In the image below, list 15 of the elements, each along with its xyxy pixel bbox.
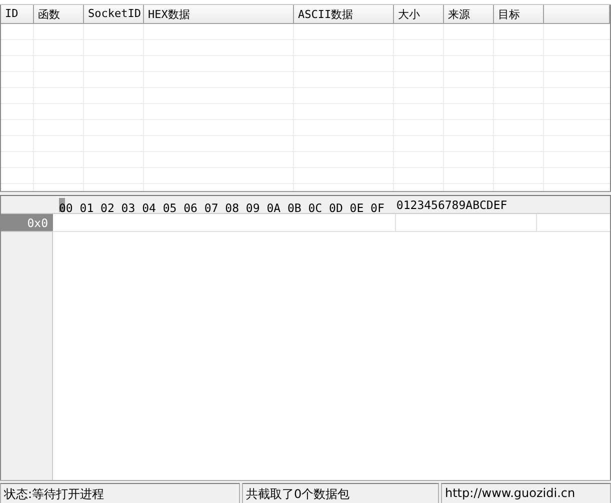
column-header[interactable]: ID xyxy=(1,5,34,24)
column-header[interactable]: 目标 xyxy=(494,5,544,24)
splitter-bar[interactable] xyxy=(0,191,611,196)
column-header[interactable]: SocketID xyxy=(84,5,144,24)
column-header[interactable]: ASCII数据 xyxy=(294,5,394,24)
status-text: 状态:等待打开进程 xyxy=(0,483,240,503)
offset-label: 0x0 xyxy=(1,214,53,232)
packet-count: 共截取了0个数据包 xyxy=(242,483,439,503)
ascii-column-header: 0123456789ABCDEF xyxy=(396,198,508,213)
column-header[interactable]: 大小 xyxy=(394,5,444,24)
column-header[interactable]: 来源 xyxy=(444,5,494,24)
column-header[interactable]: HEX数据 xyxy=(144,5,294,24)
column-header[interactable]: 函数 xyxy=(34,5,84,24)
website-link[interactable]: http://www.guozidi.cn xyxy=(441,483,611,503)
hex-column-header: 00 01 02 03 04 05 06 07 08 09 0A 0B 0C 0D 0E 0F xyxy=(59,198,384,213)
